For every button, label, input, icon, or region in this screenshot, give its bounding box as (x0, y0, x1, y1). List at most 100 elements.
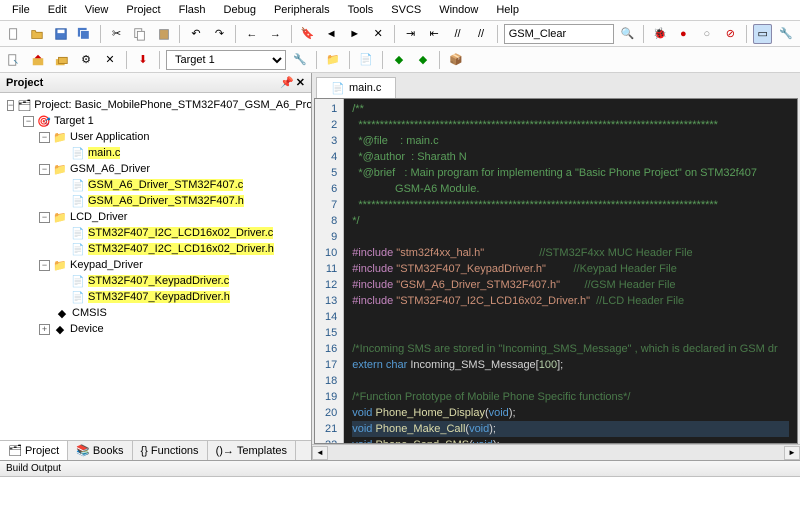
tree-icon: 📄 (71, 290, 85, 304)
menu-view[interactable]: View (77, 2, 117, 18)
build-output-panel: Build Output (0, 460, 800, 506)
bookmark-next-icon[interactable]: ► (345, 24, 364, 44)
nav-fwd-icon[interactable]: → (266, 24, 285, 44)
tree-node[interactable]: −📁User Application (2, 129, 309, 145)
menu-peripherals[interactable]: Peripherals (266, 2, 338, 18)
paste-icon[interactable] (154, 24, 173, 44)
breakpoint-kill-icon[interactable]: ⊘ (721, 24, 740, 44)
expand-icon[interactable]: + (39, 324, 50, 335)
outdent-icon[interactable]: ⇤ (424, 24, 443, 44)
undo-icon[interactable]: ↶ (186, 24, 205, 44)
tree-node[interactable]: 📄GSM_A6_Driver_STM32F407.c (2, 177, 309, 193)
build-output-header: Build Output (0, 461, 800, 477)
build-batch-icon[interactable]: ⚙ (76, 50, 96, 70)
menu-svcs[interactable]: SVCS (383, 2, 429, 18)
bookmark-clear-icon[interactable]: ✕ (368, 24, 387, 44)
books-icon[interactable]: ◆ (389, 50, 409, 70)
cut-icon[interactable]: ✂ (107, 24, 126, 44)
tree-node[interactable]: 📄main.c (2, 145, 309, 161)
menu-help[interactable]: Help (488, 2, 527, 18)
bookmark-icon[interactable]: 🔖 (298, 24, 317, 44)
new-file-icon[interactable] (4, 24, 23, 44)
target-options-icon[interactable]: 🔧 (290, 50, 310, 70)
menu-edit[interactable]: Edit (40, 2, 75, 18)
redo-icon[interactable]: ↷ (210, 24, 229, 44)
config-icon[interactable]: 🔧 (776, 24, 795, 44)
window-icon[interactable]: ▭ (753, 24, 772, 44)
tree-node[interactable]: +◆Device (2, 321, 309, 337)
build-icon[interactable] (28, 50, 48, 70)
tab-icon: ()→ (216, 445, 234, 457)
collapse-icon[interactable]: − (39, 132, 50, 143)
collapse-icon[interactable]: − (39, 164, 50, 175)
breakpoint-disable-icon[interactable]: ○ (697, 24, 716, 44)
menu-window[interactable]: Window (431, 2, 486, 18)
project-tab-templates[interactable]: ()→Templates (208, 441, 296, 460)
collapse-icon[interactable]: − (7, 100, 14, 111)
bookmark-prev-icon[interactable]: ◄ (322, 24, 341, 44)
tree-node[interactable]: 📄GSM_A6_Driver_STM32F407.h (2, 193, 309, 209)
stop-build-icon[interactable]: ✕ (100, 50, 120, 70)
find-combo[interactable] (504, 24, 614, 44)
pack-installer-icon[interactable]: 📦 (446, 50, 466, 70)
uncomment-icon[interactable]: // (471, 24, 490, 44)
panel-pin-icon[interactable]: 📌 (280, 76, 294, 89)
translate-icon[interactable] (4, 50, 24, 70)
find-next-icon[interactable]: 🔍 (618, 24, 637, 44)
menu-tools[interactable]: Tools (340, 2, 382, 18)
file-ext-icon[interactable]: 📄 (356, 50, 376, 70)
tree-icon: 📄 (71, 178, 85, 192)
project-tab-functions[interactable]: {}Functions (133, 441, 208, 460)
manage-rte-icon[interactable]: ◆ (413, 50, 433, 70)
tree-node[interactable]: −📁GSM_A6_Driver (2, 161, 309, 177)
menu-project[interactable]: Project (118, 2, 168, 18)
comment-icon[interactable]: // (448, 24, 467, 44)
collapse-icon[interactable]: − (39, 260, 50, 271)
save-icon[interactable] (51, 24, 70, 44)
download-icon[interactable]: ⬇ (133, 50, 153, 70)
editor-tabs: 📄 main.c (312, 73, 800, 98)
menu-flash[interactable]: Flash (171, 2, 214, 18)
tree-node[interactable]: 📄STM32F407_I2C_LCD16x02_Driver.h (2, 241, 309, 257)
scroll-left-icon[interactable]: ◄ (312, 446, 328, 460)
save-all-icon[interactable] (74, 24, 93, 44)
tree-icon: 📄 (71, 146, 85, 160)
rebuild-icon[interactable] (52, 50, 72, 70)
project-tab-project[interactable]: 🗂Project (0, 441, 68, 460)
scroll-right-icon[interactable]: ► (784, 446, 800, 460)
menu-debug[interactable]: Debug (216, 2, 264, 18)
menu-file[interactable]: File (4, 2, 38, 18)
code-editor[interactable]: 1234567891011121314151617181920212223242… (314, 98, 798, 444)
editor-tab-main[interactable]: 📄 main.c (316, 77, 396, 98)
collapse-icon[interactable]: − (23, 116, 34, 127)
tree-node[interactable]: −🎯Target 1 (2, 113, 309, 129)
horizontal-scrollbar[interactable]: ◄ ► (312, 444, 800, 460)
tree-node[interactable]: −🗂Project: Basic_MobilePhone_STM32F407_G… (2, 97, 309, 113)
indent-icon[interactable]: ⇥ (401, 24, 420, 44)
copy-icon[interactable] (130, 24, 149, 44)
manage-project-icon[interactable]: 📁 (323, 50, 343, 70)
tree-label: LCD_Driver (70, 211, 127, 223)
project-tab-books[interactable]: 📚Books (68, 441, 132, 460)
tree-label: STM32F407_I2C_LCD16x02_Driver.h (88, 243, 274, 255)
code-content[interactable]: /** ************************************… (344, 99, 797, 443)
tree-node[interactable]: −📁Keypad_Driver (2, 257, 309, 273)
tree-label: STM32F407_I2C_LCD16x02_Driver.c (88, 227, 273, 239)
panel-close-icon[interactable]: ✕ (296, 76, 305, 89)
debug-icon[interactable]: 🐞 (650, 24, 669, 44)
nav-back-icon[interactable]: ← (242, 24, 261, 44)
tree-node[interactable]: 📄STM32F407_KeypadDriver.c (2, 273, 309, 289)
tree-node[interactable]: 📄STM32F407_I2C_LCD16x02_Driver.c (2, 225, 309, 241)
build-output-content[interactable] (0, 477, 800, 506)
project-tree[interactable]: −🗂Project: Basic_MobilePhone_STM32F407_G… (0, 93, 311, 440)
target-select[interactable]: Target 1 (166, 50, 286, 70)
tree-node[interactable]: −📁LCD_Driver (2, 209, 309, 225)
tree-node[interactable]: 📄STM32F407_KeypadDriver.h (2, 289, 309, 305)
open-icon[interactable] (27, 24, 46, 44)
tree-node[interactable]: ◆CMSIS (2, 305, 309, 321)
project-panel: Project 📌 ✕ −🗂Project: Basic_MobilePhone… (0, 73, 312, 460)
breakpoint-icon[interactable]: ● (674, 24, 693, 44)
collapse-icon[interactable]: − (39, 212, 50, 223)
tree-label: GSM_A6_Driver (70, 163, 150, 175)
tree-label: main.c (88, 147, 120, 159)
